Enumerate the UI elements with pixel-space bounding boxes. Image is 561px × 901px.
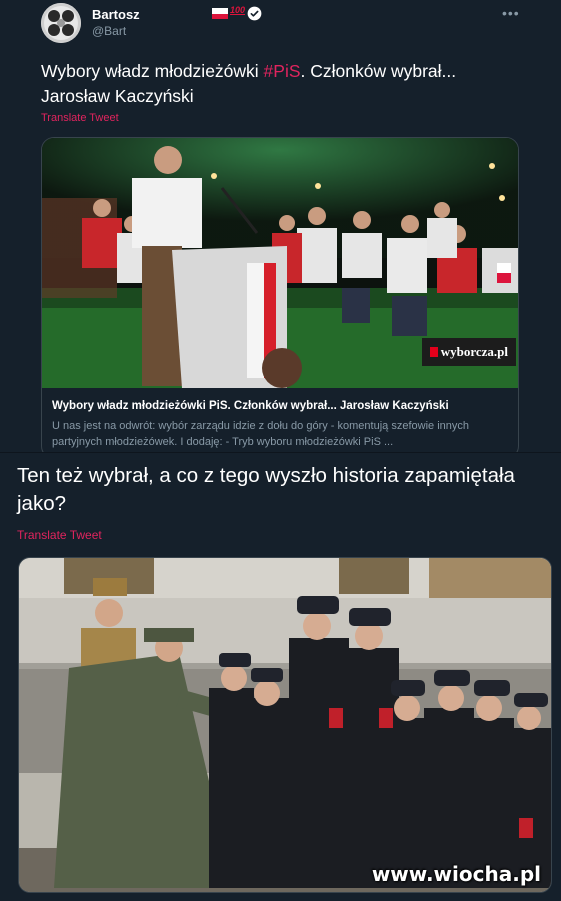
hashtag-link[interactable]: #PiS — [264, 61, 301, 81]
translate-tweet-link[interactable]: Translate Tweet — [17, 528, 102, 542]
quoted-tweet: Bartosz 100 @Bart ••• Wybory władz młodz… — [0, 0, 561, 459]
badge-100-icon: 100 — [230, 5, 246, 15]
photo-image — [19, 558, 551, 892]
source-logo: wyborcza.pl — [421, 338, 516, 366]
watermark: www.wiocha.pl — [371, 862, 541, 886]
author-name[interactable]: Bartosz — [92, 7, 140, 22]
card-title[interactable]: Wybory władz młodzieżówki PiS. Członków … — [52, 400, 449, 412]
link-card[interactable]: wyborcza.pl Wybory władz młodzieżówki Pi… — [41, 137, 519, 459]
avatar[interactable] — [41, 3, 81, 43]
tweet-photo[interactable]: www.wiocha.pl — [18, 557, 552, 893]
translate-tweet-link[interactable]: Translate Tweet — [41, 112, 119, 124]
tweet-text-part: Wybory władz młodzieżówki — [41, 61, 264, 81]
more-horizontal-icon[interactable]: ••• — [502, 5, 520, 21]
verified-badge-icon — [247, 6, 262, 21]
tweet-text: Ten też wybrał, a co z tego wyszło histo… — [17, 464, 515, 515]
tweet-text: Wybory władz młodzieżówki #PiS. Członków… — [41, 59, 521, 109]
card-description: U nas jest na odwrót: wybór zarządu idzi… — [52, 420, 469, 448]
poland-flag-icon — [212, 8, 228, 19]
author-handle[interactable]: @Bart — [92, 24, 126, 38]
reply-tweet: Ten też wybrał, a co z tego wyszło histo… — [0, 452, 561, 901]
source-logo-text: wyborcza.pl — [440, 344, 508, 359]
